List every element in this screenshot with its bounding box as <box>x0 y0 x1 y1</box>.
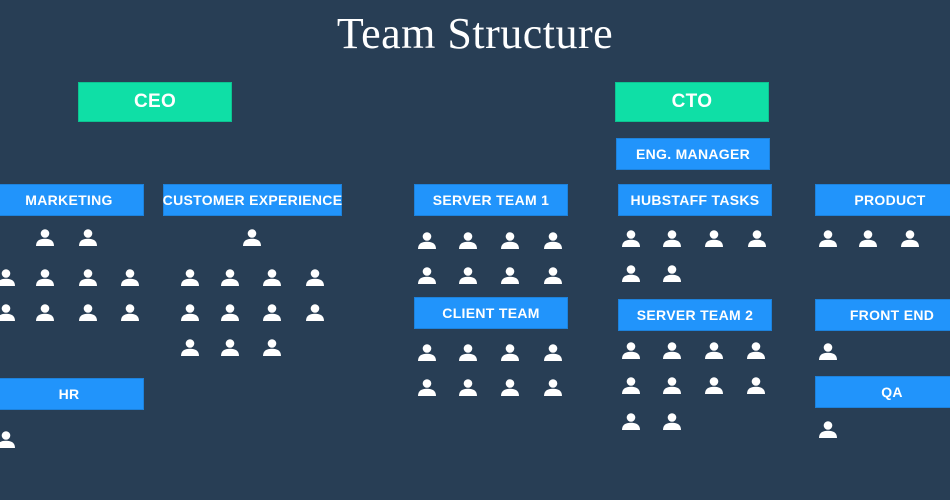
team-label: FRONT END <box>849 307 935 323</box>
person-icon <box>662 341 682 361</box>
person-icon <box>543 378 563 398</box>
person-icon <box>858 229 878 249</box>
cto-box: CTO <box>615 82 769 122</box>
person-icon <box>417 231 437 251</box>
person-icon <box>220 338 240 358</box>
person-icon <box>621 264 641 284</box>
person-icon <box>500 378 520 398</box>
team-product: PRODUCT <box>815 184 950 216</box>
team-hr: HR <box>0 378 144 410</box>
team-label: PRODUCT <box>854 192 926 208</box>
person-icon <box>500 343 520 363</box>
person-icon <box>417 378 437 398</box>
person-icon <box>242 228 262 248</box>
person-icon <box>500 231 520 251</box>
person-icon <box>662 376 682 396</box>
person-icon <box>818 342 838 362</box>
person-icon <box>0 268 16 288</box>
person-icon <box>35 303 55 323</box>
person-icon <box>305 303 325 323</box>
person-icon <box>78 228 98 248</box>
person-icon <box>262 303 282 323</box>
person-icon <box>662 412 682 432</box>
team-label: HUBSTAFF TASKS <box>630 192 760 208</box>
person-icon <box>621 376 641 396</box>
person-icon <box>458 378 478 398</box>
ceo-label: CEO <box>133 91 177 112</box>
person-icon <box>543 266 563 286</box>
cto-label: CTO <box>671 91 713 112</box>
person-icon <box>458 343 478 363</box>
person-icon <box>621 412 641 432</box>
person-icon <box>262 338 282 358</box>
page-title: Team Structure <box>336 9 614 58</box>
person-icon <box>458 266 478 286</box>
person-icon <box>180 268 200 288</box>
person-icon <box>746 341 766 361</box>
team-label: CUSTOMER EXPERIENCE <box>162 192 343 208</box>
team-label: ENG. MANAGER <box>635 146 751 162</box>
person-icon <box>704 229 724 249</box>
person-icon <box>78 303 98 323</box>
person-icon <box>35 268 55 288</box>
person-icon <box>818 229 838 249</box>
person-icon <box>662 264 682 284</box>
person-icon <box>747 229 767 249</box>
person-icon <box>900 229 920 249</box>
team-qa: QA <box>815 376 950 408</box>
person-icon <box>120 268 140 288</box>
team-label: SERVER TEAM 1 <box>432 192 550 208</box>
person-icon <box>458 231 478 251</box>
team-label: SERVER TEAM 2 <box>636 307 754 323</box>
person-icon <box>305 268 325 288</box>
team-hubstaff-tasks: HUBSTAFF TASKS <box>618 184 772 216</box>
person-icon <box>120 303 140 323</box>
person-icon <box>180 303 200 323</box>
person-icon <box>543 231 563 251</box>
person-icon <box>417 343 437 363</box>
person-icon <box>500 266 520 286</box>
person-icon <box>621 341 641 361</box>
person-icon <box>180 338 200 358</box>
person-icon <box>818 420 838 440</box>
person-icon <box>262 268 282 288</box>
team-client-team: CLIENT TEAM <box>414 297 568 329</box>
person-icon <box>0 303 16 323</box>
team-label: QA <box>881 384 903 400</box>
team-server-team-1: SERVER TEAM 1 <box>414 184 568 216</box>
team-label: CLIENT TEAM <box>442 305 540 321</box>
team-front-end: FRONT END <box>815 299 950 331</box>
team-eng-manager: ENG. MANAGER <box>616 138 770 170</box>
person-icon <box>746 376 766 396</box>
person-icon <box>662 229 682 249</box>
team-label: HR <box>58 386 80 402</box>
person-icon <box>220 303 240 323</box>
person-icon <box>220 268 240 288</box>
person-icon <box>0 430 16 450</box>
person-icon <box>621 229 641 249</box>
team-marketing: MARKETING <box>0 184 144 216</box>
team-server-team-2: SERVER TEAM 2 <box>618 299 772 331</box>
ceo-box: CEO <box>78 82 232 122</box>
person-icon <box>417 266 437 286</box>
person-icon <box>543 343 563 363</box>
person-icon <box>704 341 724 361</box>
person-icon <box>78 268 98 288</box>
team-label: MARKETING <box>25 192 113 208</box>
person-icon <box>704 376 724 396</box>
team-customer-experience: CUSTOMER EXPERIENCE <box>163 184 342 216</box>
person-icon <box>35 228 55 248</box>
